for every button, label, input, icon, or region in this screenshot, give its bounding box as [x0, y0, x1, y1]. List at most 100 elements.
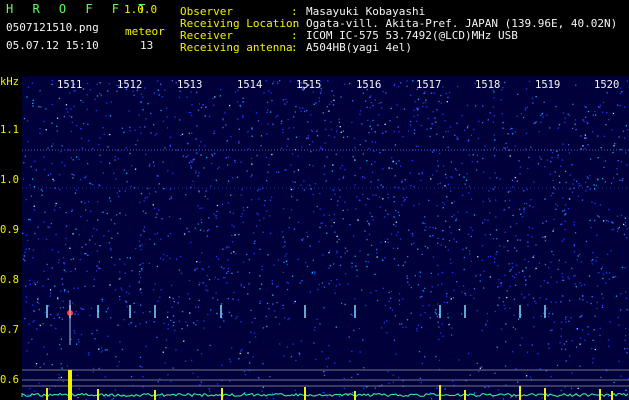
noise-dot: [169, 257, 171, 260]
noise-dot: [569, 188, 571, 190]
noise-dot: [458, 174, 460, 176]
noise-dot: [502, 398, 505, 400]
noise-dot: [54, 205, 57, 207]
noise-field: [22, 80, 629, 400]
noise-dot: [456, 169, 458, 171]
noise-dot: [411, 243, 413, 245]
noise-dot: [49, 292, 52, 294]
noise-dot: [604, 160, 607, 162]
noise-dot: [191, 161, 193, 163]
noise-dot: [625, 297, 628, 299]
noise-dot: [568, 320, 570, 322]
noise-dot: [195, 324, 197, 326]
noise-dot: [359, 144, 361, 146]
noise-dot: [338, 238, 340, 240]
noise-dot: [605, 272, 608, 274]
noise-dot: [101, 350, 104, 352]
noise-dot: [476, 154, 478, 156]
noise-dot: [198, 144, 200, 147]
noise-dot: [556, 205, 559, 207]
noise-dot: [323, 307, 325, 309]
noise-dot: [139, 245, 141, 247]
noise-dot: [246, 206, 249, 209]
noise-dot: [574, 232, 577, 234]
noise-dot: [441, 272, 444, 274]
noise-dot: [328, 134, 330, 137]
noise-dot: [461, 115, 463, 117]
noise-dot: [238, 128, 240, 130]
noise-dot: [612, 151, 614, 154]
noise-dot: [259, 288, 261, 290]
noise-dot: [248, 258, 251, 261]
noise-dot: [622, 130, 625, 132]
noise-dot: [33, 319, 35, 322]
noise-dot: [251, 163, 253, 165]
noise-dot: [167, 311, 169, 313]
noise-dot: [280, 123, 282, 125]
noise-dot: [226, 282, 228, 284]
noise-dot: [391, 167, 393, 170]
noise-dot: [571, 191, 574, 193]
noise-dot: [25, 296, 28, 298]
noise-dot: [404, 261, 406, 263]
noise-dot: [224, 112, 226, 114]
noise-dot: [75, 228, 77, 230]
noise-dot: [324, 142, 326, 144]
noise-dot: [393, 83, 396, 85]
noise-dot: [75, 310, 77, 313]
noise-dot: [297, 155, 299, 157]
noise-dot: [91, 235, 93, 237]
noise-dot: [314, 326, 316, 329]
noise-dot: [140, 291, 142, 294]
noise-dot: [421, 295, 423, 298]
x-tick-label: 1515: [296, 79, 322, 91]
noise-dot: [133, 302, 135, 304]
noise-dot: [33, 282, 35, 284]
noise-dot: [526, 188, 528, 191]
noise-dot: [280, 147, 283, 149]
noise-dot: [449, 226, 451, 228]
noise-dot: [342, 218, 344, 220]
noise-dot: [395, 353, 397, 355]
noise-dot: [282, 271, 284, 274]
noise-dot: [128, 110, 130, 112]
noise-dot: [527, 234, 529, 236]
noise-dot: [120, 287, 122, 289]
noise-dot: [361, 123, 363, 125]
noise-dot: [336, 204, 339, 206]
noise-dot: [96, 329, 98, 331]
noise-dot: [573, 243, 575, 246]
noise-dot: [429, 392, 432, 394]
noise-dot: [229, 104, 231, 107]
noise-dot: [316, 135, 319, 137]
noise-dot: [539, 368, 541, 370]
noise-dot: [524, 258, 526, 261]
noise-dot: [69, 92, 71, 94]
noise-dot: [441, 283, 443, 285]
noise-dot: [504, 365, 507, 367]
noise-dot: [208, 388, 210, 390]
noise-dot: [153, 207, 156, 209]
noise-dot: [509, 270, 511, 272]
noise-dot: [221, 313, 224, 315]
noise-dot: [560, 301, 562, 303]
noise-dot: [560, 328, 562, 330]
noise-dot: [593, 184, 595, 186]
noise-dot: [528, 156, 530, 159]
noise-dot: [306, 109, 308, 112]
noise-dot: [358, 327, 360, 330]
noise-dot: [395, 221, 397, 223]
noise-dot: [515, 235, 517, 237]
noise-dot: [294, 181, 296, 183]
noise-dot: [528, 80, 531, 83]
noise-dot: [585, 116, 587, 118]
noise-dot: [87, 123, 89, 126]
noise-dot: [613, 177, 615, 179]
noise-dot: [87, 201, 90, 203]
noise-dot: [402, 197, 405, 199]
noise-dot: [564, 117, 566, 119]
noise-dot: [349, 224, 351, 226]
noise-dot: [156, 265, 158, 267]
noise-dot: [262, 327, 264, 329]
noise-dot: [390, 107, 392, 110]
